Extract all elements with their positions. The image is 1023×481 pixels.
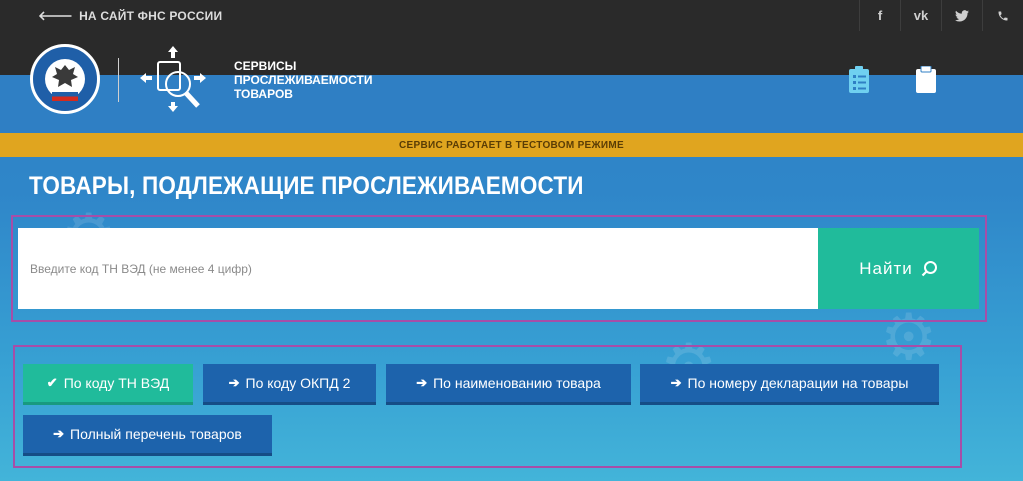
- flag-icon: [52, 87, 78, 101]
- social-links: f vk: [859, 0, 1023, 31]
- brand-line: СЕРВИСЫ: [234, 59, 297, 73]
- tab-full-list[interactable]: ➔ Полный перечень товаров: [23, 415, 272, 453]
- fns-logo[interactable]: [30, 44, 100, 114]
- tab-label: Полный перечень товаров: [70, 426, 242, 442]
- search-icon: [921, 261, 937, 277]
- top-bar: 🡐 НА САЙТ ФНС РОССИИ f vk: [0, 0, 1023, 31]
- search-button[interactable]: Найти: [818, 228, 979, 309]
- test-mode-banner: СЕРВИС РАБОТАЕТ В ТЕСТОВОМ РЕЖИМЕ: [0, 133, 1023, 157]
- service-brand[interactable]: СЕРВИСЫ ПРОСЛЕЖИВАЕМОСТИ ТОВАРОВ: [234, 59, 372, 101]
- tab-okpd2-code[interactable]: ➔ По коду ОКПД 2: [203, 364, 376, 402]
- brand-line: ТОВАРОВ: [234, 87, 293, 101]
- tab-label: По наименованию товара: [433, 375, 601, 391]
- tab-label: По коду ТН ВЭД: [63, 375, 170, 391]
- clipboard-icon[interactable]: [915, 66, 937, 94]
- tab-tnved-code[interactable]: ✔ По коду ТН ВЭД: [23, 364, 193, 402]
- fns-site-link[interactable]: 🡐 НА САЙТ ФНС РОССИИ: [38, 0, 222, 31]
- tracking-service-logo-icon: [140, 46, 206, 112]
- page-title: ТОВАРЫ, ПОДЛЕЖАЩИЕ ПРОСЛЕЖИВАЕМОСТИ: [29, 172, 584, 200]
- brand-line: ПРОСЛЕЖИВАЕМОСТИ: [234, 73, 373, 87]
- fns-site-link-label: НА САЙТ ФНС РОССИИ: [79, 8, 223, 23]
- arrow-right-icon: ➔: [670, 375, 682, 390]
- twitter-icon[interactable]: [941, 0, 982, 31]
- arrow-right-icon: ➔: [416, 375, 428, 390]
- tab-product-name[interactable]: ➔ По наименованию товара: [386, 364, 631, 402]
- logo-divider: [118, 58, 119, 102]
- arrow-left-icon: 🡐: [38, 7, 74, 23]
- tab-label: По номеру декларации на товары: [687, 375, 909, 391]
- tab-label: По коду ОКПД 2: [245, 375, 351, 391]
- vk-icon[interactable]: vk: [900, 0, 941, 31]
- test-mode-text: СЕРВИС РАБОТАЕТ В ТЕСТОВОМ РЕЖИМЕ: [399, 139, 624, 151]
- check-icon: ✔: [46, 375, 58, 390]
- arrow-right-icon: ➔: [228, 375, 240, 390]
- facebook-icon[interactable]: f: [859, 0, 900, 31]
- tab-declaration-number[interactable]: ➔ По номеру декларации на товары: [640, 364, 939, 402]
- checklist-icon[interactable]: [848, 66, 870, 94]
- arrow-right-icon: ➔: [53, 426, 65, 441]
- search-button-label: Найти: [859, 258, 913, 278]
- phone-icon[interactable]: [982, 0, 1023, 31]
- tnved-code-input[interactable]: [18, 228, 818, 309]
